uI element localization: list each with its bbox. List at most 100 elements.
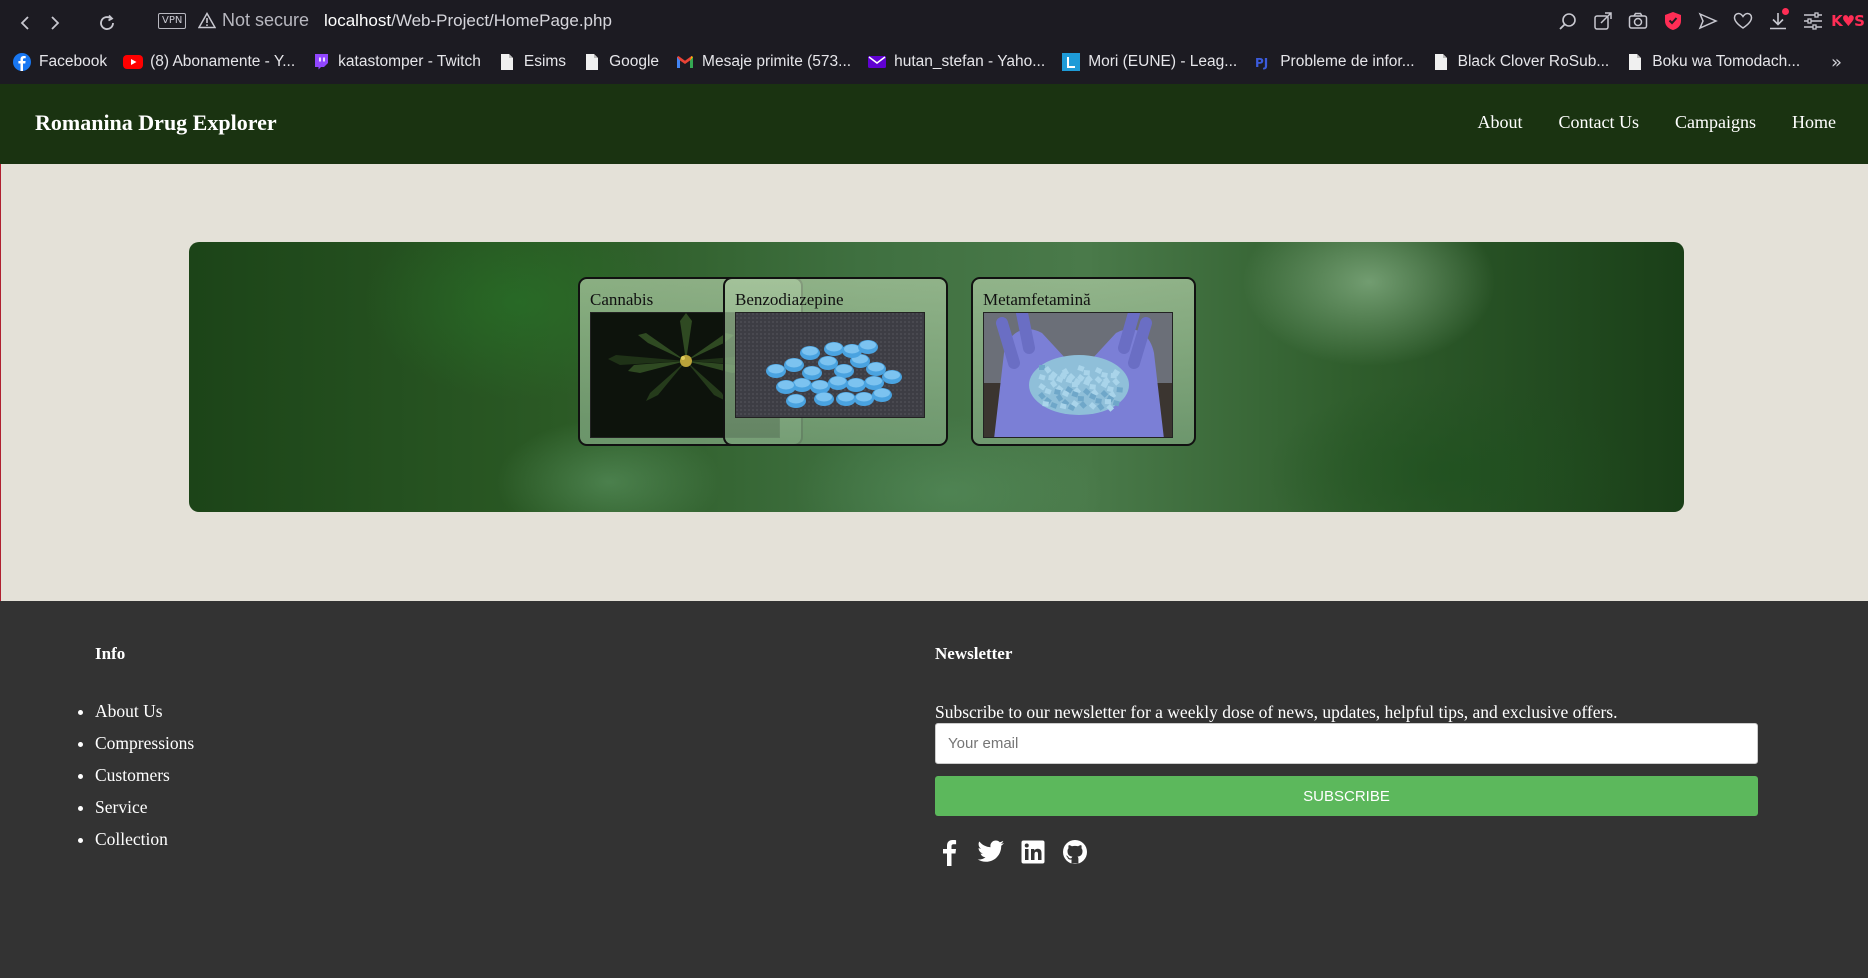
- bookmark-label: hutan_stefan - Yaho...: [894, 53, 1046, 70]
- security-text: Not secure: [222, 10, 310, 30]
- svg-text:PJ: PJ: [1255, 56, 1268, 70]
- settings-sliders-icon[interactable]: [1800, 8, 1825, 33]
- bookmark-label: (8) Abonamente - Y...: [150, 53, 296, 70]
- nav-campaigns[interactable]: Campaigns: [1675, 112, 1756, 133]
- warning-triangle-icon: [198, 12, 216, 29]
- extension-logo[interactable]: K♥S: [1831, 8, 1865, 33]
- browser-toolbar: VPN Not secure localhost/Web-Project/Hom…: [0, 0, 1868, 84]
- social-links: [935, 838, 1089, 866]
- nav-home[interactable]: Home: [1792, 112, 1836, 133]
- bookmark-label: Black Clover RoSub...: [1457, 53, 1610, 70]
- url-field[interactable]: localhost/Web-Project/HomePage.php: [324, 11, 612, 31]
- drug-card-metamfetamina[interactable]: Metamfetamină: [971, 277, 1196, 446]
- main-nav: About Contact Us Campaigns Home: [1478, 112, 1837, 133]
- newsletter-heading: Newsletter: [935, 644, 1013, 663]
- subscribe-button[interactable]: SUBSCRIBE: [935, 776, 1758, 816]
- bookmark-facebook[interactable]: Facebook: [12, 52, 107, 72]
- download-icon[interactable]: [1765, 8, 1790, 33]
- info-link-item: About Us: [95, 701, 194, 722]
- bookmark-gmail[interactable]: Mesaje primite (573...: [675, 52, 851, 72]
- gloved-hands-crystals-image: [983, 312, 1173, 438]
- search-icon[interactable]: [1555, 8, 1580, 33]
- info-links: About Us Compressions Customers Service …: [95, 701, 194, 861]
- back-button[interactable]: [12, 10, 38, 36]
- heart-icon[interactable]: [1730, 8, 1755, 33]
- browser-tools: K♥S: [1555, 8, 1865, 33]
- link-service[interactable]: Service: [95, 797, 147, 817]
- bookmark-league[interactable]: Mori (EUNE) - Leag...: [1061, 52, 1237, 72]
- download-badge: [1782, 8, 1789, 15]
- bookmark-label: Google: [609, 53, 660, 70]
- nav-about[interactable]: About: [1478, 112, 1523, 133]
- blue-pills-image: [735, 312, 925, 418]
- forward-button[interactable]: [42, 10, 68, 36]
- url-host: localhost: [324, 11, 392, 30]
- pb-icon: PJ: [1253, 52, 1273, 72]
- bookmark-boku[interactable]: Boku wa Tomodach...: [1625, 52, 1800, 72]
- facebook-icon: [12, 52, 32, 72]
- page-icon: [1625, 52, 1645, 72]
- info-heading: Info: [95, 644, 126, 663]
- chevron-right-icon: [51, 16, 60, 30]
- site-header: Romanina Drug Explorer About Contact Us …: [0, 84, 1868, 164]
- site-title: Romanina Drug Explorer: [35, 110, 277, 135]
- bookmark-pbinfo[interactable]: PJ Probleme de infor...: [1253, 52, 1414, 72]
- page-icon: [582, 52, 602, 72]
- info-link-item: Service: [95, 797, 194, 818]
- bookmark-yahoo[interactable]: hutan_stefan - Yaho...: [867, 52, 1045, 72]
- address-row: VPN Not secure localhost/Web-Project/Hom…: [0, 0, 1868, 44]
- send-icon[interactable]: [1695, 8, 1720, 33]
- url-path: /Web-Project/HomePage.php: [391, 11, 612, 30]
- bookmark-label: katastomper - Twitch: [338, 53, 481, 70]
- page-icon: [1431, 52, 1451, 72]
- bookmark-label: Mesaje primite (573...: [702, 53, 852, 70]
- info-link-item: Compressions: [95, 733, 194, 754]
- bookmark-label: Facebook: [39, 53, 108, 70]
- card-label: Cannabis: [590, 290, 654, 309]
- email-input[interactable]: [935, 723, 1758, 764]
- site-footer: Info About Us Compressions Customers Ser…: [0, 601, 1868, 978]
- link-customers[interactable]: Customers: [95, 765, 170, 785]
- bookmark-google[interactable]: Google: [582, 52, 659, 72]
- gmail-icon: [675, 52, 695, 72]
- reload-icon: [100, 14, 114, 30]
- bookmarks-overflow-button[interactable]: »: [1831, 52, 1842, 73]
- vpn-badge[interactable]: VPN: [158, 13, 187, 29]
- hero-banner: Cannabis Benzodiazepine Metamfetamină: [189, 242, 1684, 512]
- bookmark-label: Boku wa Tomodach...: [1652, 53, 1801, 70]
- newsletter-description: Subscribe to our newsletter for a weekly…: [935, 702, 1618, 722]
- card-label: Benzodiazepine: [735, 290, 844, 309]
- league-icon: [1061, 52, 1081, 72]
- bookmark-label: Esims: [523, 53, 567, 70]
- camera-icon[interactable]: [1625, 8, 1650, 33]
- chevron-left-icon: [20, 16, 29, 30]
- github-icon[interactable]: [1061, 838, 1089, 866]
- youtube-icon: [123, 52, 144, 72]
- web-page: Romanina Drug Explorer About Contact Us …: [0, 84, 1868, 978]
- twitch-icon: [311, 52, 331, 72]
- linkedin-icon[interactable]: [1019, 838, 1047, 866]
- info-link-item: Collection: [95, 829, 194, 850]
- security-indicator[interactable]: Not secure: [198, 10, 309, 31]
- link-compressions[interactable]: Compressions: [95, 733, 194, 753]
- bookmark-twitch[interactable]: katastomper - Twitch: [311, 52, 481, 72]
- link-collection[interactable]: Collection: [95, 829, 168, 849]
- reload-button[interactable]: [94, 10, 120, 36]
- info-link-item: Customers: [95, 765, 194, 786]
- link-about-us[interactable]: About Us: [95, 701, 163, 721]
- share-edit-icon[interactable]: [1590, 8, 1615, 33]
- card-label: Metamfetamină: [983, 290, 1091, 309]
- bookmark-label: Probleme de infor...: [1280, 53, 1415, 70]
- facebook-icon[interactable]: [935, 838, 963, 866]
- twitter-icon[interactable]: [977, 838, 1005, 866]
- drug-card-benzodiazepine[interactable]: Benzodiazepine: [723, 277, 948, 446]
- bookmark-esims[interactable]: Esims: [497, 52, 566, 72]
- nav-contact-us[interactable]: Contact Us: [1559, 112, 1640, 133]
- shield-icon[interactable]: [1660, 8, 1685, 33]
- bookmark-youtube[interactable]: (8) Abonamente - Y...: [123, 52, 295, 72]
- bookmarks-bar: Facebook (8) Abonamente - Y... katastomp…: [12, 48, 1816, 76]
- main-content: Cannabis Benzodiazepine Metamfetamină: [0, 164, 1868, 601]
- bookmark-black-clover[interactable]: Black Clover RoSub...: [1431, 52, 1610, 72]
- bookmark-label: Mori (EUNE) - Leag...: [1088, 53, 1238, 70]
- page-icon: [497, 52, 517, 72]
